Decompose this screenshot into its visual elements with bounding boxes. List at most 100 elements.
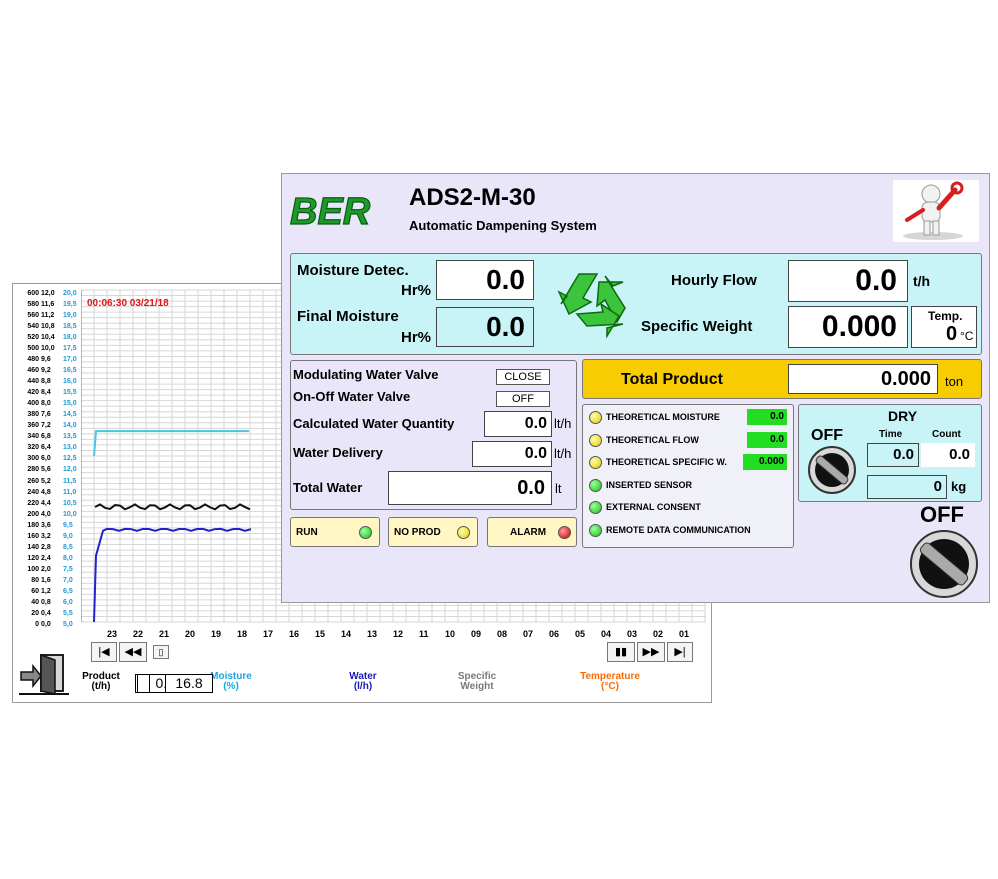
hourly-flow-label: Hourly Flow [671,272,757,289]
y-tick-row: 60 1,2 6,5 [17,588,83,596]
moisture-detec-label: Moisture Detec. [297,262,409,279]
onoff-valve-label: On-Off Water Valve [293,389,411,404]
main-selector-knob-icon[interactable] [904,526,984,598]
y-tick-label: 9,6 [41,356,51,364]
x-axis-labels: 23 22 21 20 19 18 17 16 15 14 13 12 11 10 09 08 07 06 05 04… [89,629,709,641]
total-water-unit: lt [555,481,562,496]
alarm-label: ALARM [510,527,547,538]
dry-off-label: OFF [811,427,843,444]
y-tick-row: 300 6,0 12,5 [17,455,83,463]
exit-door-icon[interactable] [19,652,69,696]
summary-label: Product (t/h) [82,671,120,692]
ber-logo: BER [288,184,383,234]
summary-value: 16.8 [165,674,213,693]
y-tick-label: 220 [27,499,39,507]
y-tick-label: 4,8 [41,488,51,496]
final-moisture-unit: Hr% [401,329,432,346]
x-tick-label: 17 [263,629,274,639]
x-tick-label: 22 [133,629,144,639]
last-page-button[interactable]: ▶| [667,642,693,662]
x-tick-label: 20 [185,629,196,639]
status-led-icon [589,523,602,537]
status-label: THEORETICAL FLOW [606,434,699,445]
total-product-panel: Total Product 0.000 ton [582,359,982,399]
y-tick-label: 60 [31,587,39,595]
x-tick-label: 14 [341,629,352,639]
status-value: 0.0 [747,409,787,425]
y-tick-label: 6,8 [41,433,51,441]
logo-text: BER [290,191,371,233]
x-tick-label: 11 [419,629,429,639]
y-tick-label: 240 [27,488,39,496]
y-tick-label: 4,0 [41,510,51,518]
y-tick-row: 220 4,4 10,5 [17,500,83,508]
moisture-detec-value: 0.0 [436,260,534,300]
y-tick-row: 320 6,4 13,0 [17,444,83,452]
status-label: THEORETICAL MOISTURE [606,412,720,422]
status-value: 0.000 [743,454,787,470]
x-tick-label: 01 [679,629,690,639]
status-label: EXTERNAL CONSENT [606,502,701,512]
y-tick-label: 0,8 [41,598,51,606]
y-tick-row: 520 10,4 18,0 [17,334,83,342]
summary-label: Temperature (°C) [580,671,640,692]
y-tick-label: 0,4 [41,609,51,617]
y-tick-label: 500 [27,345,39,353]
y-tick-row: 360 7,2 14,0 [17,422,83,430]
y-tick-row: 160 3,2 9,0 [17,533,83,541]
measurement-panel: Moisture Detec. Hr% 0.0 Final Moisture H… [290,253,982,355]
status-label: REMOTE DATA COMMUNICATION [606,524,751,535]
x-tick-label: 19 [211,629,222,639]
noprod-led-icon [457,526,470,539]
dry-selector-knob-icon[interactable] [807,445,857,495]
y-tick-label: 480 [27,356,39,364]
y-tick-row: 380 7,6 14,5 [17,411,83,419]
y-tick-row: 580 11,6 19,5 [17,301,83,309]
x-tick-label: 21 [159,629,170,639]
y-tick-row: 440 8,8 16,0 [17,378,83,386]
dry-count-value: 0.0 [921,443,975,467]
onoff-valve-state[interactable]: OFF [496,391,550,407]
y-tick-row: 480 9,6 17,0 [17,356,83,364]
y-tick-label: 380 [27,411,39,419]
y-tick-label: 11,6 [41,301,55,309]
y-tick-row: 600 12,0 20,0 [17,290,83,298]
y-tick-label: 580 [27,301,39,309]
y-tick-label: 1,2 [41,587,51,595]
y-tick-row: 500 10,0 17,5 [17,345,83,353]
y-tick-label: 8,8 [41,378,51,386]
y-tick-label: 40 [31,598,39,606]
y-tick-label: 600 [27,290,39,297]
rewind-button[interactable]: ◀◀ [119,642,147,662]
temp-label: Temp. [928,309,963,323]
y-tick-label: 400 [27,400,39,408]
x-tick-label: 07 [523,629,534,639]
y-tick-row: 0 0,0 5,0 [17,621,83,629]
forward-button[interactable]: ▶▶ [637,642,665,662]
x-tick-label: 09 [471,629,482,639]
run-indicator: RUN [290,517,380,547]
pause-button[interactable]: ▮▮ [607,642,635,662]
y-tick-label: 520 [27,334,39,342]
y-tick-label: 180 [27,521,39,529]
final-moisture-label: Final Moisture [297,308,399,325]
specific-weight-value: 0.000 [788,306,908,348]
y-tick-label: 420 [27,389,39,397]
dry-title: DRY [888,408,918,424]
maintenance-wrench-icon[interactable] [893,180,979,242]
page-indicator[interactable]: ▯ [153,645,169,659]
first-page-button[interactable]: |◀ [91,642,117,662]
status-label: INSERTED SENSOR [606,479,693,490]
summary-label: Specific Weight [457,671,497,692]
y-tick-label: 2,0 [41,565,51,573]
status-led-icon [589,501,602,514]
status-value: 0.0 [747,431,787,448]
total-water-label: Total Water [293,480,363,495]
modulating-valve-state[interactable]: CLOSE [496,369,550,385]
trend-timestamp: 00:06:30 03/21/18 [87,298,169,309]
y-tick-row: 420 8,4 15,5 [17,389,83,397]
alarm-indicator: ALARM [487,517,577,547]
total-water-value: 0.0 [388,471,552,505]
main-window: BER ADS2-M-30 Automatic Dampening System… [281,173,990,603]
y-tick-row: 340 6,8 13,5 [17,433,83,441]
